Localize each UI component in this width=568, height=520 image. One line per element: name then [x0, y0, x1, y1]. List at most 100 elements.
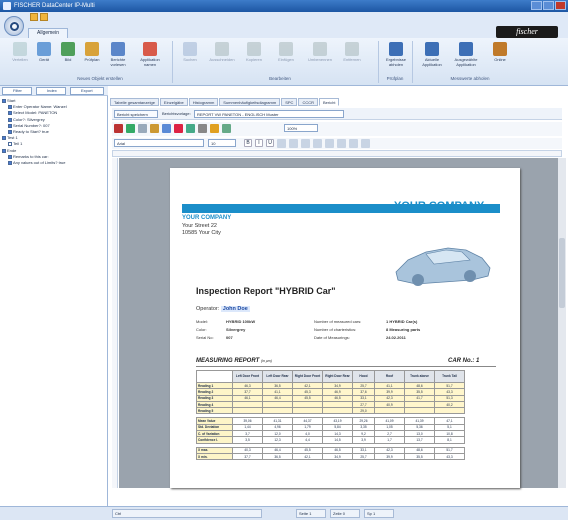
ribbon-button-11[interactable]: Entfernen: [338, 42, 366, 62]
align-icon-5[interactable]: [337, 139, 346, 148]
ribbon-button-12[interactable]: Ergebnisse abholen: [382, 42, 410, 67]
horizontal-ruler: [112, 150, 562, 157]
tree-checkbox[interactable]: [8, 154, 12, 159]
ribbon-button-4[interactable]: Berichte vorlesen: [104, 42, 132, 67]
tree-item-label: Teil 1: [13, 141, 23, 147]
toolbar-icon-1[interactable]: [126, 124, 135, 133]
tree-checkbox[interactable]: [8, 142, 12, 147]
tree-checkbox[interactable]: [2, 148, 6, 153]
table-cell: 39,9: [374, 452, 405, 461]
align-icon-7[interactable]: [361, 139, 370, 148]
tree-checkbox[interactable]: [2, 136, 6, 141]
city: 10585 Your City: [182, 230, 221, 236]
ribbon-button-8[interactable]: Kopieren: [240, 42, 268, 62]
toolbar-icon-0[interactable]: [114, 124, 123, 133]
tree-item-label: Enter Operator Name: Wanzel: [13, 104, 67, 110]
tree-item-label: Test 1: [7, 135, 18, 141]
qat-folder-icon[interactable]: [40, 13, 48, 21]
toolbar-icon-6[interactable]: [186, 124, 195, 133]
export-button[interactable]: Export: [70, 87, 104, 95]
ribbon-button-10[interactable]: Umbenennen: [306, 42, 334, 62]
maximize-button[interactable]: [543, 1, 554, 10]
meta-key: Model:: [196, 319, 209, 324]
align-icon-3[interactable]: [313, 139, 322, 148]
meta-key: Number of charteristics:: [314, 327, 357, 332]
company-name: YOUR COMPANY: [182, 215, 232, 221]
test-plan-tree: Start Enter Operator Name: Wanzel Select M…: [2, 98, 67, 166]
qat-save-icon[interactable]: [30, 13, 38, 21]
status-line: Zeile 0: [330, 509, 360, 518]
content-tab-6[interactable]: Bericht: [319, 98, 340, 106]
street: Your Street 22: [182, 223, 217, 229]
align-icon-2[interactable]: [301, 139, 310, 148]
tree-checkbox[interactable]: [8, 111, 12, 116]
ribbon-button-3[interactable]: Prüfplan: [78, 42, 106, 62]
template-select[interactable]: REPORT VW PANETON - ENGLISCH Muster: [194, 110, 344, 118]
meta-key: Serial No:: [196, 335, 214, 340]
application-menu-button[interactable]: [4, 16, 24, 36]
table-header: Left Door Rear: [262, 370, 293, 383]
italic-icon[interactable]: I: [255, 139, 263, 147]
zoom-select[interactable]: 100%: [284, 124, 318, 132]
ribbon-button-5[interactable]: Applikation namen: [136, 42, 164, 67]
ribbon-button-icon: [425, 42, 439, 56]
tree-checkbox[interactable]: [8, 123, 12, 128]
ribbon-button-15[interactable]: Online: [486, 42, 514, 62]
tree-checkbox[interactable]: [8, 160, 12, 165]
align-icon-0[interactable]: [277, 139, 286, 148]
tree-checkbox[interactable]: [8, 129, 12, 134]
tree-item-label: Ende: [7, 147, 17, 153]
ribbon-button-14[interactable]: Ausgewählte Applikation: [452, 42, 480, 67]
ribbon-button-9[interactable]: Einfügen: [272, 42, 300, 62]
toolbar-icon-9[interactable]: [222, 124, 231, 133]
bold-icon[interactable]: B: [244, 139, 252, 147]
save-report-button[interactable]: Bericht speichern: [114, 110, 158, 118]
ribbon-button-6[interactable]: Suchen: [176, 42, 204, 62]
content-tab-1[interactable]: Einzelgäbe: [159, 98, 188, 106]
content-tab-strip: Tabelle gesamtanzeige Einzelgäbe Histogram…: [110, 98, 560, 107]
ribbon-button-icon: [313, 42, 327, 56]
ribbon-button-7[interactable]: Ausschneiden: [208, 42, 236, 62]
tree-item[interactable]: Any values out of Limits? true: [2, 160, 67, 166]
company-address: Your Street 22 10585 Your City: [182, 223, 221, 237]
content-tab-2[interactable]: Histogramm: [188, 98, 219, 106]
align-icon-1[interactable]: [289, 139, 298, 148]
tree-checkbox[interactable]: [2, 98, 6, 103]
toolbar-icon-7[interactable]: [198, 124, 207, 133]
ribbon-tab-strip: [0, 12, 568, 38]
ribbon-button-icon: [111, 42, 125, 56]
toolbar-icon-2[interactable]: [138, 124, 147, 133]
font-size-select[interactable]: 10: [208, 139, 236, 147]
meta-value: 007: [226, 335, 233, 340]
operator-line: Operator: John Doe: [196, 306, 250, 312]
tree-checkbox[interactable]: [8, 117, 12, 122]
toolbar-icon-8[interactable]: [210, 124, 219, 133]
close-button[interactable]: [555, 1, 566, 10]
ribbon-button-icon: [279, 42, 293, 56]
content-tab-5[interactable]: CCCR: [298, 98, 318, 106]
minimize-button[interactable]: [531, 1, 542, 10]
scroll-thumb[interactable]: [559, 238, 565, 308]
ribbon-button-13[interactable]: Aktuelle Applikation: [418, 42, 446, 67]
content-tab-3[interactable]: Summenhäufigkeitsdiagramm: [219, 98, 281, 106]
font-family-select[interactable]: Arial: [114, 139, 204, 147]
align-icon-6[interactable]: [349, 139, 358, 148]
group-label-test-plan: Prüfplan: [386, 76, 404, 81]
filter-button[interactable]: Filter: [2, 87, 32, 95]
window-title-bar: FISCHER DataCenter IP-Multi: [0, 0, 568, 12]
report-page: YOUR COMPANY YOUR COMPANY Your Street 22…: [170, 168, 520, 488]
vertical-ruler: [112, 158, 118, 488]
vertical-scrollbar[interactable]: [558, 158, 566, 488]
group-label-fetch-readings: Messwerte abholen: [450, 76, 490, 81]
tab-allgemein[interactable]: Allgemein: [28, 28, 68, 38]
toolbar-icon-5[interactable]: [174, 124, 183, 133]
content-tab-4[interactable]: SPC: [281, 98, 298, 106]
template-label: Berichtsvorlage:: [162, 111, 191, 116]
underline-icon[interactable]: U: [266, 139, 274, 147]
align-icon-4[interactable]: [325, 139, 334, 148]
index-button[interactable]: Index: [36, 87, 66, 95]
tree-checkbox[interactable]: [8, 105, 12, 110]
toolbar-icon-3[interactable]: [150, 124, 159, 133]
content-tab-0[interactable]: Tabelle gesamtanzeige: [110, 98, 159, 106]
toolbar-icon-4[interactable]: [162, 124, 171, 133]
